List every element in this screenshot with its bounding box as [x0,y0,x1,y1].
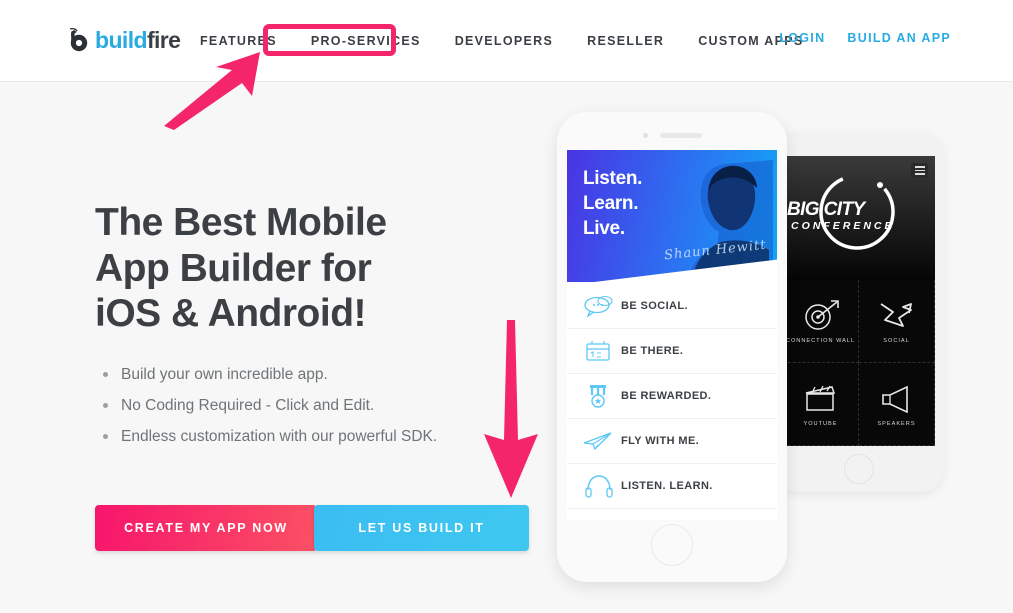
headline-line-3: iOS & Android! [95,292,367,336]
list-item[interactable]: LISTEN. LEARN. [567,464,777,509]
big-city-tile-grid: CONNECTION WALL SOCIAL YOUTUBE SPEAKERS [783,280,935,446]
headphones-icon [575,472,621,500]
page-title: The Best Mobile App Builder for iOS & An… [95,200,555,337]
logo-text-build: build [95,26,148,53]
headline-line-2: App Builder for [95,246,372,290]
arrow-pointing-to-let-us-build-it-icon [480,320,542,505]
hamburger-menu-icon[interactable] [911,163,928,178]
phone-notch [557,133,787,138]
primary-phone-home-button [651,524,693,566]
app-hero-banner: Listen. Learn. Live. Shaun Hewitt [567,150,777,282]
secondary-phone-mockup: BIG CITY CONFERENCE CONNECTION WALL SOCI… [775,132,943,492]
login-link[interactable]: LOGIN [779,31,825,45]
secondary-phone-screen: BIG CITY CONFERENCE CONNECTION WALL SOCI… [783,156,935,446]
calendar-ticket-icon [575,337,621,365]
main-navigation: FEATURES PRO-SERVICES DEVELOPERS RESELLE… [183,31,821,51]
nav-item-reseller[interactable]: RESELLER [570,31,681,51]
tile-label: SOCIAL [883,338,910,344]
secondary-phone-home-button [844,454,874,484]
buildfire-flame-logo-icon [68,26,94,54]
tile-speakers[interactable]: SPEAKERS [859,363,935,446]
cta-button-row: CREATE MY APP NOW LET US BUILD IT [95,505,529,551]
tile-label: YOUTUBE [803,421,838,427]
menu-item-label: FLY WITH ME. [621,435,700,447]
app-menu-list: BE SOCIAL. BE THERE. BE REWARDED. FLY WI… [567,282,777,509]
big-city-subtitle: CONFERENCE [791,220,895,232]
build-an-app-link[interactable]: BUILD AN APP [847,31,951,45]
megaphone-icon [881,385,908,414]
headline-line-1: The Best Mobile [95,201,387,244]
header-actions: LOGIN BUILD AN APP [779,31,951,45]
hero-line-3: Live. [583,218,625,240]
paper-plane-icon [575,427,621,455]
zigzag-arrow-icon [880,303,912,327]
target-arrow-icon [804,300,839,330]
nav-item-features[interactable]: FEATURES [183,31,294,51]
front-camera-icon [642,133,648,138]
big-city-title: BIG CITY [787,199,865,220]
tile-connection-wall[interactable]: CONNECTION WALL [783,280,859,363]
menu-item-label: BE REWARDED. [621,390,712,402]
tile-label: SPEAKERS [877,421,916,427]
nav-item-pro-services[interactable]: PRO-SERVICES [294,31,438,51]
create-my-app-now-button[interactable]: CREATE MY APP NOW [95,505,317,551]
menu-item-label: BE SOCIAL. [621,300,688,312]
primary-phone-mockup: Listen. Learn. Live. Shaun Hewitt BE SOC… [557,112,787,582]
menu-item-label: LISTEN. LEARN. [621,480,713,492]
earpiece-speaker-icon [659,133,702,138]
hero-line-1: Listen. [583,168,643,189]
menu-item-label: BE THERE. [621,345,684,357]
tile-label: CONNECTION WALL [785,338,856,344]
big-city-hero: BIG CITY CONFERENCE [783,156,935,280]
chat-bubbles-icon [575,292,621,320]
tile-youtube[interactable]: YOUTUBE [783,363,859,446]
primary-phone-screen: Listen. Learn. Live. Shaun Hewitt BE SOC… [567,150,777,520]
medal-icon [575,382,621,410]
list-item[interactable]: BE REWARDED. [567,374,777,419]
hero-line-2: Learn. [583,193,639,215]
app-hero-text: Listen. Learn. Live. [583,166,642,241]
arrow-pointing-to-pro-services-icon [160,50,280,135]
list-item[interactable]: FLY WITH ME. [567,419,777,464]
site-header: buildfire FEATURES PRO-SERVICES DEVELOPE… [0,0,1013,82]
list-item[interactable]: BE SOCIAL. [567,284,777,329]
logo-text-fire: fire [146,26,181,53]
let-us-build-it-button[interactable]: LET US BUILD IT [314,505,529,551]
list-item[interactable]: BE THERE. [567,329,777,374]
nav-item-developers[interactable]: DEVELOPERS [438,31,570,51]
clapperboard-icon [805,385,835,411]
tile-social[interactable]: SOCIAL [859,280,935,363]
